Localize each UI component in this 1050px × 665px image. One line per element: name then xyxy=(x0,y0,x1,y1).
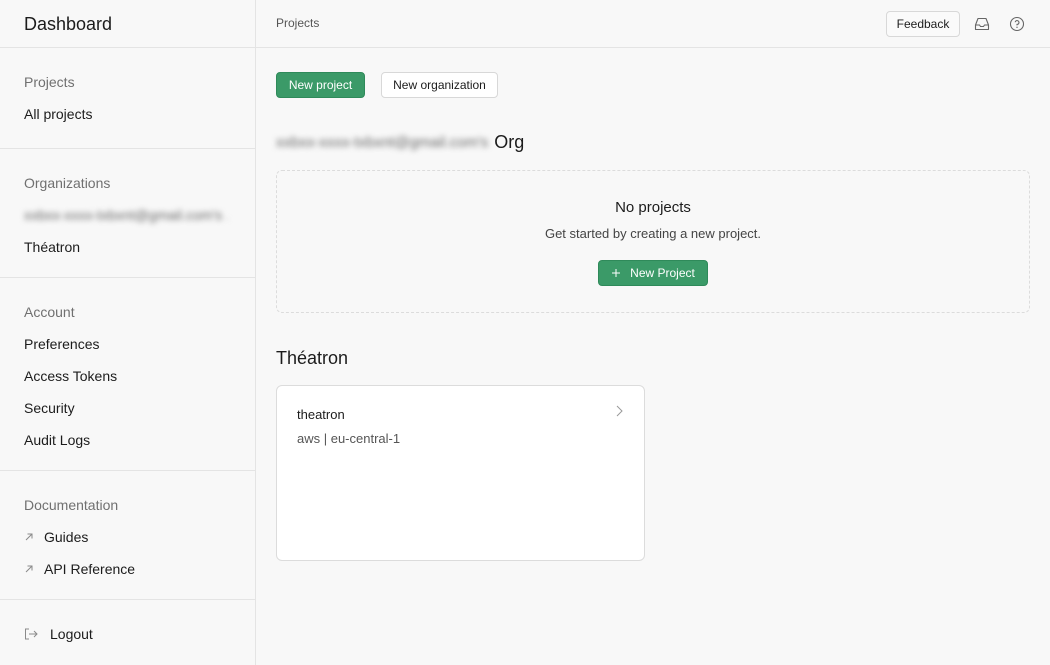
sidebar-item-security[interactable]: Security xyxy=(24,398,231,430)
sidebar-item-label: Guides xyxy=(44,529,89,545)
sidebar-item-all-projects[interactable]: All projects xyxy=(24,104,231,136)
section-title-projects: Projects xyxy=(24,74,75,90)
sidebar-item-label: Preferences xyxy=(24,336,100,352)
sidebar-section-account: Account Preferences Access Tokens Securi… xyxy=(0,278,255,471)
sidebar-item-audit-logs[interactable]: Audit Logs xyxy=(24,430,231,462)
org-name-suffix: Org xyxy=(494,132,525,152)
logout-button[interactable]: Logout xyxy=(24,624,231,656)
section-title-documentation: Documentation xyxy=(24,497,119,513)
empty-title: No projects xyxy=(615,199,691,216)
plus-icon xyxy=(611,268,621,278)
external-link-icon xyxy=(24,559,36,579)
logout-icon xyxy=(24,624,40,644)
sidebar-section-organizations: Organizations xxbxx-xxxx-txbxnt@gmail.co… xyxy=(0,149,255,278)
sidebar-section-documentation: Documentation Guides API Reference xyxy=(0,471,255,600)
section-title-account: Account xyxy=(24,304,75,320)
sidebar-item-label: xxbxx-xxxx-txbxnt@gmail.com's ... xyxy=(24,207,228,223)
sidebar-title: Dashboard xyxy=(0,0,255,48)
new-organization-button[interactable]: New organization xyxy=(381,72,498,98)
sidebar-item-api-reference[interactable]: API Reference xyxy=(24,559,231,591)
sidebar-section-projects: Projects All projects xyxy=(0,48,255,149)
sidebar-item-label: All projects xyxy=(24,106,93,122)
help-icon[interactable] xyxy=(1008,15,1026,33)
sidebar-item-label: Théatron xyxy=(24,239,81,255)
new-project-button[interactable]: New project xyxy=(276,72,365,98)
project-card-theatron[interactable]: theatron aws | eu-central-1 xyxy=(276,385,645,561)
org-name-blurred: xxbxx-xxxx-txbxnt@gmail.com's xyxy=(276,134,489,151)
external-link-icon xyxy=(24,527,36,547)
create-new-project-button[interactable]: New Project xyxy=(598,260,708,286)
empty-subtitle: Get started by creating a new project. xyxy=(544,226,762,241)
inbox-icon[interactable] xyxy=(973,15,991,33)
chevron-right-icon xyxy=(614,404,624,418)
empty-projects-box: No projects Get started by creating a ne… xyxy=(276,170,1030,313)
org-heading-theatron: Théatron xyxy=(276,348,349,368)
sidebar-item-preferences[interactable]: Preferences xyxy=(24,334,231,366)
section-title-organizations: Organizations xyxy=(24,175,111,191)
project-name: theatron xyxy=(297,407,345,422)
sidebar-item-label: API Reference xyxy=(44,561,136,577)
sidebar: Dashboard Projects All projects Organiza… xyxy=(0,0,256,665)
breadcrumb[interactable]: Projects xyxy=(276,16,319,30)
topbar: Projects Feedback xyxy=(256,0,1050,48)
sidebar-item-label: Access Tokens xyxy=(24,368,118,384)
create-new-project-label: New Project xyxy=(630,266,695,280)
sidebar-section-logout: Logout xyxy=(0,600,255,665)
sidebar-item-label: Security xyxy=(24,400,75,416)
sidebar-item-theatron-org[interactable]: Théatron xyxy=(24,237,231,269)
logout-label: Logout xyxy=(50,626,93,642)
project-region: aws | eu-central-1 xyxy=(297,431,401,446)
sidebar-item-access-tokens[interactable]: Access Tokens xyxy=(24,366,231,398)
org-heading-personal: xxbxx-xxxx-txbxnt@gmail.com's Org xyxy=(276,132,524,153)
sidebar-item-label: Audit Logs xyxy=(24,432,91,448)
feedback-button[interactable]: Feedback xyxy=(886,11,960,37)
sidebar-item-personal-org[interactable]: xxbxx-xxxx-txbxnt@gmail.com's ... xyxy=(24,205,231,237)
sidebar-item-guides[interactable]: Guides xyxy=(24,527,231,559)
